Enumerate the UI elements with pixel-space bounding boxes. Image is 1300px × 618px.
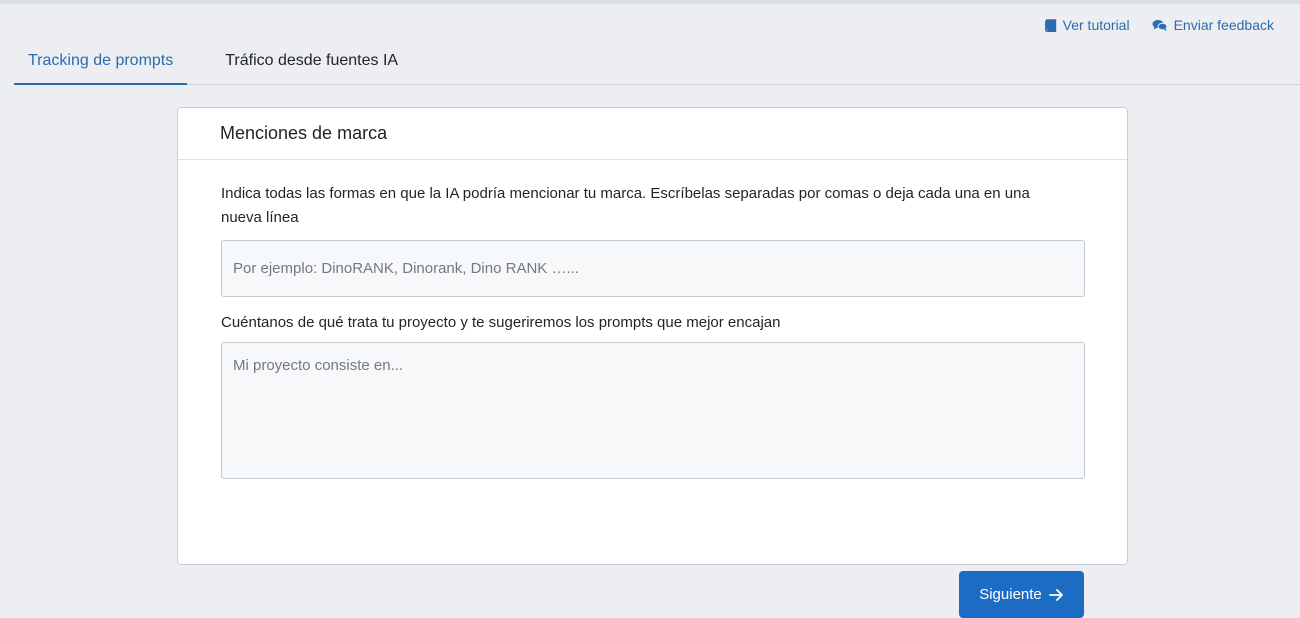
- tab-tracking-de-prompts[interactable]: Tracking de prompts: [14, 38, 188, 85]
- project-description-textarea[interactable]: Mi proyecto consiste en...: [221, 342, 1085, 479]
- tutorial-link[interactable]: Ver tutorial: [1044, 17, 1130, 33]
- next-button-label: Siguiente: [979, 586, 1042, 603]
- tab-bar: Tracking de prompts Tráfico desde fuente…: [14, 38, 1300, 85]
- book-icon: [1044, 18, 1057, 32]
- card-header: Menciones de marca: [178, 108, 1127, 160]
- brand-mentions-card: Menciones de marca Indica todas las form…: [177, 107, 1128, 618]
- feedback-link[interactable]: Enviar feedback: [1152, 17, 1274, 33]
- next-button[interactable]: Siguiente: [959, 571, 1084, 618]
- card-body: Indica todas las formas en que la IA pod…: [178, 182, 1127, 618]
- feedback-link-label: Enviar feedback: [1173, 17, 1274, 33]
- brand-mentions-input[interactable]: Por ejemplo: DinoRANK, Dinorank, Dino RA…: [221, 240, 1085, 297]
- project-description-placeholder: Mi proyecto consiste en...: [233, 357, 404, 374]
- arrow-right-icon: [1048, 588, 1064, 602]
- tab-label: Tracking de prompts: [28, 51, 174, 69]
- tab-trafico-desde-fuentes-ia[interactable]: Tráfico desde fuentes IA: [211, 37, 412, 84]
- tab-label: Tráfico desde fuentes IA: [225, 51, 399, 69]
- tutorial-link-label: Ver tutorial: [1062, 17, 1130, 33]
- top-border: [0, 0, 1300, 4]
- brand-description: Indica todas las formas en que la IA pod…: [221, 185, 1030, 226]
- top-links: Ver tutorial Enviar feedback: [1044, 17, 1274, 33]
- comments-icon: [1152, 19, 1168, 32]
- brand-mentions-placeholder: Por ejemplo: DinoRANK, Dinorank, Dino RA…: [233, 260, 579, 277]
- project-label: Cuéntanos de qué trata tu proyecto y te …: [221, 314, 781, 331]
- card-title: Menciones de marca: [220, 123, 388, 143]
